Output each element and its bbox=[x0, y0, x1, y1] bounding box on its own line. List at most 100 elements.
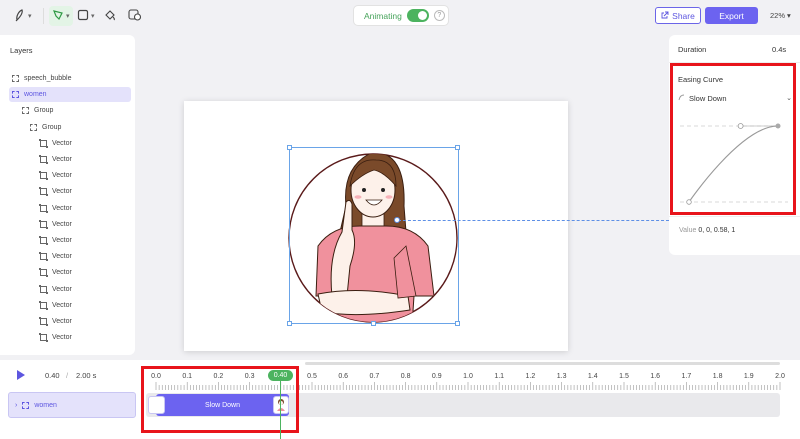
group-icon bbox=[12, 91, 19, 99]
layer-label: women bbox=[24, 91, 47, 99]
vector-icon bbox=[39, 268, 48, 278]
layer-item[interactable]: Group bbox=[30, 120, 61, 135]
zoom-control[interactable]: 22% ▾ bbox=[770, 11, 791, 20]
layer-item[interactable]: Group bbox=[22, 103, 53, 118]
layer-item[interactable]: speech_bubble bbox=[12, 71, 72, 86]
vector-icon bbox=[39, 187, 48, 197]
vector-icon bbox=[39, 236, 48, 245]
share-label: Share bbox=[672, 10, 695, 21]
highlight-box bbox=[670, 63, 796, 215]
color-palette-icon bbox=[128, 8, 142, 24]
timeline-layer-row[interactable]: › women bbox=[8, 392, 136, 418]
layer-item[interactable]: Vector bbox=[39, 233, 72, 248]
layer-label: Vector bbox=[52, 220, 72, 228]
resize-handle[interactable] bbox=[287, 145, 292, 150]
vector-icon bbox=[39, 203, 48, 213]
fill-bucket-icon bbox=[104, 9, 116, 24]
group-icon bbox=[30, 123, 37, 131]
vector-icon bbox=[39, 333, 48, 343]
chevron-down-icon: ▾ bbox=[28, 13, 32, 20]
vector-icon bbox=[39, 138, 48, 148]
timeline-layer-label: women bbox=[34, 401, 57, 409]
layer-label: Vector bbox=[52, 237, 72, 244]
layer-label: Vector bbox=[52, 253, 72, 261]
layer-item[interactable]: Vector bbox=[39, 265, 72, 280]
layer-item[interactable]: Vector bbox=[39, 282, 72, 297]
duration-value[interactable]: 0.4s bbox=[772, 45, 786, 54]
fill-tool-button[interactable] bbox=[104, 6, 116, 26]
play-icon[interactable] bbox=[17, 370, 25, 380]
share-button[interactable]: Share bbox=[655, 7, 701, 24]
tick-label: 1.3 bbox=[556, 373, 567, 380]
tick-label: 1.7 bbox=[681, 373, 692, 380]
motion-path-connector bbox=[398, 220, 669, 221]
value-row: Value 0, 0, 0.58, 1 bbox=[679, 227, 735, 234]
shape-select-tool-button[interactable]: ▾ bbox=[49, 6, 73, 26]
layer-label: Vector bbox=[52, 156, 72, 163]
layer-item[interactable]: women bbox=[9, 87, 131, 103]
tick-label: 1.4 bbox=[587, 373, 598, 380]
layer-item[interactable]: Vector bbox=[39, 314, 72, 329]
time-separator: / bbox=[66, 371, 69, 380]
resize-handle[interactable] bbox=[287, 321, 292, 326]
layer-label: Group bbox=[42, 123, 62, 131]
top-toolbar: ▾ ▾ ▾ Animating ? Share Export 22% ▾ bbox=[0, 0, 800, 32]
resize-handle[interactable] bbox=[455, 145, 460, 150]
layer-item[interactable]: Vector bbox=[39, 201, 72, 216]
color-tool-button[interactable] bbox=[128, 6, 142, 26]
tick-label: 0.9 bbox=[431, 373, 442, 380]
rectangle-tool-button[interactable]: ▾ bbox=[77, 6, 95, 26]
share-icon bbox=[661, 11, 669, 21]
tick-label: 1.5 bbox=[619, 373, 629, 380]
export-button[interactable]: Export bbox=[705, 7, 758, 24]
layer-label: Vector bbox=[52, 301, 72, 309]
shape-select-icon bbox=[52, 9, 64, 24]
anchor-point[interactable] bbox=[394, 217, 400, 223]
vector-icon bbox=[39, 317, 48, 326]
tick-label: 1.1 bbox=[494, 373, 505, 380]
tick-label: 1.2 bbox=[525, 373, 536, 380]
layer-label: Vector bbox=[52, 188, 72, 196]
vector-icon bbox=[39, 252, 48, 262]
layer-item[interactable]: Vector bbox=[39, 249, 72, 264]
zoom-value: 22% bbox=[770, 11, 786, 20]
tick-label: 1.6 bbox=[650, 373, 661, 380]
chevron-down-icon: ▾ bbox=[787, 11, 791, 20]
resize-handle[interactable] bbox=[371, 321, 376, 326]
layer-item[interactable]: Vector bbox=[39, 136, 72, 151]
group-icon bbox=[22, 401, 30, 409]
layer-item[interactable]: Vector bbox=[39, 217, 72, 232]
tick-label: 0.5 bbox=[307, 373, 317, 380]
total-time: 2.00 s bbox=[76, 371, 97, 380]
layer-label: Vector bbox=[52, 318, 72, 325]
layer-item[interactable]: Vector bbox=[39, 298, 72, 313]
layer-item[interactable]: Vector bbox=[39, 152, 72, 167]
pen-tool-button[interactable]: ▾ bbox=[14, 6, 32, 26]
tick-label: 2.0 bbox=[775, 373, 785, 380]
layer-item[interactable]: Vector bbox=[39, 184, 72, 199]
chevron-down-icon: ▾ bbox=[91, 13, 95, 20]
animating-toggle[interactable] bbox=[406, 9, 429, 22]
layer-label: Vector bbox=[52, 334, 72, 342]
pen-icon bbox=[14, 8, 26, 25]
layers-panel: Layers speech_bubble women Group Group Vecto… bbox=[0, 35, 135, 355]
vector-icon bbox=[39, 155, 48, 164]
tick-label: 0.6 bbox=[338, 373, 349, 380]
layer-label: speech_bubble bbox=[24, 75, 72, 82]
tick-label: 0.8 bbox=[400, 373, 411, 380]
divider bbox=[669, 216, 800, 217]
timeline-scrollbar[interactable] bbox=[305, 362, 780, 365]
vector-icon bbox=[39, 171, 48, 181]
vector-icon bbox=[39, 300, 48, 310]
vector-icon bbox=[39, 284, 48, 294]
layer-item[interactable]: Vector bbox=[39, 168, 72, 183]
help-icon[interactable]: ? bbox=[433, 10, 445, 21]
tick-label: 1.9 bbox=[743, 373, 754, 380]
playhead[interactable]: 0.40 bbox=[268, 370, 293, 381]
layer-item[interactable]: Vector bbox=[39, 330, 72, 345]
resize-handle[interactable] bbox=[455, 321, 460, 326]
selection-box bbox=[289, 147, 459, 324]
chevron-down-icon: ▾ bbox=[66, 13, 70, 20]
duration-label: Duration bbox=[678, 45, 707, 54]
value-text[interactable]: 0, 0, 0.58, 1 bbox=[698, 227, 735, 234]
